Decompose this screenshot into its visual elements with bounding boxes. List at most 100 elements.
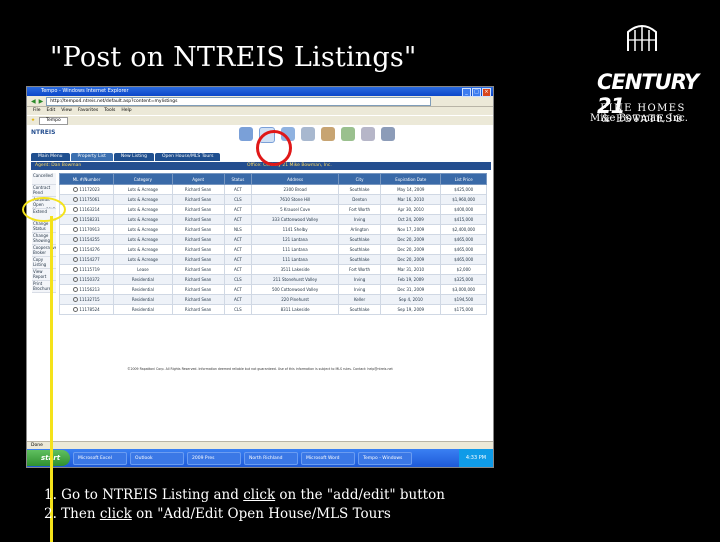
- minimize-icon[interactable]: _: [462, 88, 471, 97]
- table-cell[interactable]: 11175061: [58, 194, 115, 205]
- taskbar-item[interactable]: 2009 Pres: [187, 451, 242, 465]
- table-cell: Lots & Acreage: [113, 194, 173, 205]
- col-expiration[interactable]: Expiration Date: [380, 173, 442, 185]
- table-cell: CLS: [223, 194, 253, 205]
- col-agent[interactable]: Agent: [171, 173, 225, 185]
- url-input[interactable]: http://tempo4.ntreis.net/default.asp?con…: [46, 96, 432, 106]
- table-cell: $2,400,000: [440, 224, 487, 235]
- row-select-radio[interactable]: [73, 277, 79, 283]
- row-select-radio[interactable]: [73, 227, 79, 233]
- table-cell: Irving: [337, 214, 382, 225]
- table-cell[interactable]: 11172023: [58, 184, 115, 195]
- table-cell: Lease: [113, 264, 173, 275]
- table-cell: Sep 19, 2009: [380, 304, 442, 315]
- tab-main-menu[interactable]: Main Menu: [31, 153, 70, 161]
- col-ml-number[interactable]: ML #/Number: [58, 173, 115, 185]
- table-row[interactable]: 11115719 Lease Richard Sean ACT 3511 Lakesid…: [58, 264, 487, 275]
- row-select-radio[interactable]: [73, 207, 79, 213]
- taskbar-item[interactable]: Outlook: [130, 451, 185, 465]
- row-select-radio[interactable]: [73, 217, 79, 223]
- col-category[interactable]: Category: [113, 173, 173, 185]
- agent-label: Agent: Dan Bowman: [35, 163, 82, 168]
- table-cell: Lots & Acreage: [113, 224, 173, 235]
- table-cell: Richard Sean: [171, 304, 225, 315]
- col-list-price[interactable]: List Price: [440, 173, 487, 185]
- table-cell: 2300 Broad: [251, 184, 339, 195]
- menu-favorites[interactable]: Favorites: [78, 107, 98, 115]
- tab-new-listing[interactable]: New Listing: [113, 153, 154, 161]
- settings-icon[interactable]: [381, 127, 395, 141]
- table-row[interactable]: 11175061 Lots & Acreage Richard Sean CLS 761…: [58, 194, 487, 205]
- table-cell[interactable]: 11158231: [58, 214, 115, 225]
- row-select-radio[interactable]: [73, 237, 79, 243]
- table-cell[interactable]: 11163214: [58, 204, 115, 215]
- back-icon[interactable]: ◀: [31, 98, 36, 105]
- table-cell: Residential: [113, 294, 173, 305]
- table-cell[interactable]: 11156213: [58, 284, 115, 295]
- table-row[interactable]: 11154277 Lots & Acreage Richard Sean ACT 111…: [58, 254, 487, 265]
- row-select-radio[interactable]: [73, 247, 79, 253]
- star-icon[interactable]: ★: [31, 118, 35, 123]
- col-address[interactable]: Address: [251, 173, 339, 185]
- row-select-radio[interactable]: [73, 197, 79, 203]
- table-row[interactable]: 11172023 Lots & Acreage Richard Sean ACT 230…: [58, 184, 487, 195]
- home-icon[interactable]: [239, 127, 253, 141]
- table-cell: Richard Sean: [171, 284, 225, 295]
- table-cell: Richard Sean: [171, 214, 225, 225]
- table-row[interactable]: 11170913 Lots & Acreage Richard Sean NLS 114…: [58, 224, 487, 235]
- col-city[interactable]: City: [337, 173, 382, 185]
- table-cell[interactable]: 11115719: [58, 264, 115, 275]
- col-status[interactable]: Status: [223, 173, 253, 185]
- menu-file[interactable]: File: [33, 107, 41, 115]
- row-select-radio[interactable]: [73, 267, 79, 273]
- table-cell[interactable]: 11154276: [58, 244, 115, 255]
- menu-help[interactable]: Help: [121, 107, 131, 115]
- table-cell[interactable]: 11170913: [58, 224, 115, 235]
- table-cell: 333 Cottonwood Valley: [251, 214, 339, 225]
- table-cell[interactable]: 11150372: [58, 274, 115, 285]
- row-select-radio[interactable]: [73, 297, 79, 303]
- ntreis-logo: NTREIS: [31, 129, 56, 136]
- table-row[interactable]: 11132715 Residential Richard Sean ACT 220 Pi…: [58, 294, 487, 305]
- row-select-radio[interactable]: [73, 307, 79, 313]
- tab-open-house-tours[interactable]: Open House/MLS Tours: [154, 153, 221, 161]
- table-cell: Lots & Acreage: [113, 204, 173, 215]
- taskbar-item[interactable]: Microsoft Word: [301, 451, 356, 465]
- table-cell: Fort Worth: [337, 204, 382, 215]
- menu-tools[interactable]: Tools: [104, 107, 115, 115]
- menu-edit[interactable]: Edit: [47, 107, 56, 115]
- table-cell[interactable]: 11132715: [58, 294, 115, 305]
- browser-tab[interactable]: Tempo: [39, 116, 68, 125]
- taskbar-item[interactable]: Microsoft Excel: [73, 451, 128, 465]
- start-button[interactable]: start: [27, 450, 71, 466]
- forward-icon[interactable]: ▶: [39, 98, 44, 105]
- people-icon[interactable]: [301, 127, 315, 141]
- tab-property-list[interactable]: Property List: [70, 153, 113, 161]
- table-row[interactable]: 11154255 Lots & Acreage Richard Sean ACT 121…: [58, 234, 487, 245]
- close-icon[interactable]: ×: [482, 88, 491, 97]
- table-row[interactable]: 11178524 Residential Richard Sean CLS 8311 L…: [58, 304, 487, 315]
- table-row[interactable]: 11154276 Lots & Acreage Richard Sean ACT 111…: [58, 244, 487, 255]
- row-select-radio[interactable]: [73, 187, 79, 193]
- nav-tabs: Main Menu Property List New Listing Open…: [31, 153, 221, 161]
- maximize-icon[interactable]: □: [472, 88, 481, 97]
- row-select-radio[interactable]: [73, 287, 79, 293]
- menu-view[interactable]: View: [61, 107, 72, 115]
- taskbar-item[interactable]: North Richland: [244, 451, 299, 465]
- table-row[interactable]: 11163214 Lots & Acreage Richard Sean ACT 5 K…: [58, 204, 487, 215]
- house-icon[interactable]: [321, 127, 335, 141]
- table-row[interactable]: 11158231 Lots & Acreage Richard Sean ACT 333…: [58, 214, 487, 225]
- table-cell: ACT: [223, 234, 253, 245]
- taskbar-item[interactable]: Tempo - Windows: [358, 451, 413, 465]
- map-icon[interactable]: [341, 127, 355, 141]
- table-cell[interactable]: 11178524: [58, 304, 115, 315]
- table-cell[interactable]: 11154277: [58, 254, 115, 265]
- row-select-radio[interactable]: [73, 257, 79, 263]
- side-item-contract-pend[interactable]: Contract Pend: [32, 185, 56, 197]
- table-header-row: ML #/Number Category Agent Status Addres…: [58, 173, 487, 185]
- table-row[interactable]: 11150372 Residential Richard Sean CLS 211 St…: [58, 274, 487, 285]
- report-icon[interactable]: [361, 127, 375, 141]
- side-item-cancelled[interactable]: Cancelled: [32, 173, 56, 185]
- table-cell[interactable]: 11154255: [58, 234, 115, 245]
- table-row[interactable]: 11156213 Residential Richard Sean ACT 500 Co…: [58, 284, 487, 295]
